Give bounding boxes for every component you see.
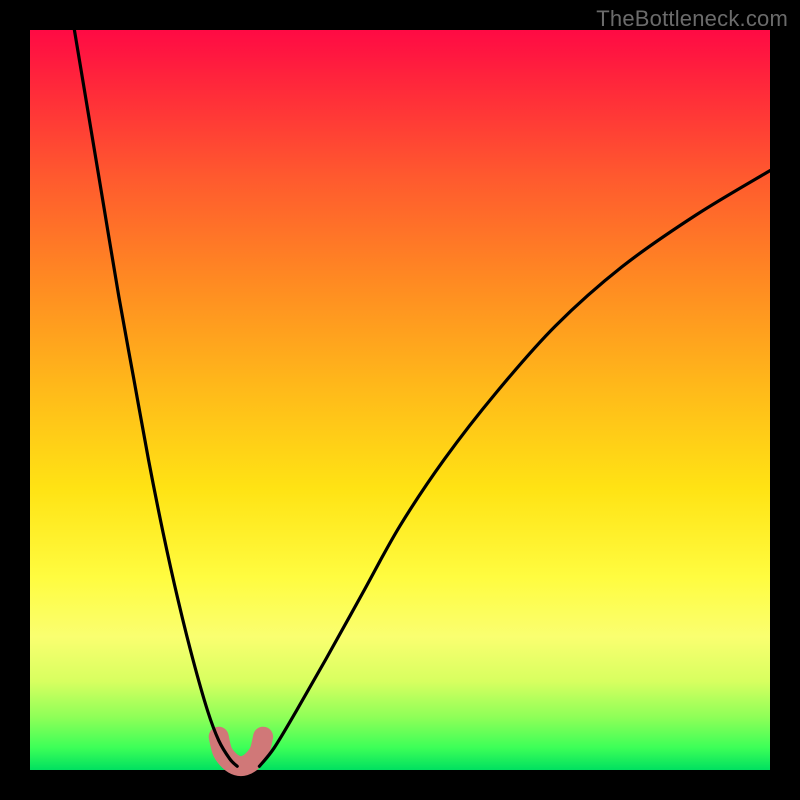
curves-layer bbox=[0, 0, 800, 800]
left-curve bbox=[74, 30, 237, 766]
curve-group bbox=[74, 30, 770, 766]
right-curve bbox=[259, 171, 770, 767]
attribution-label: TheBottleneck.com bbox=[596, 6, 788, 32]
chart-frame: TheBottleneck.com bbox=[0, 0, 800, 800]
